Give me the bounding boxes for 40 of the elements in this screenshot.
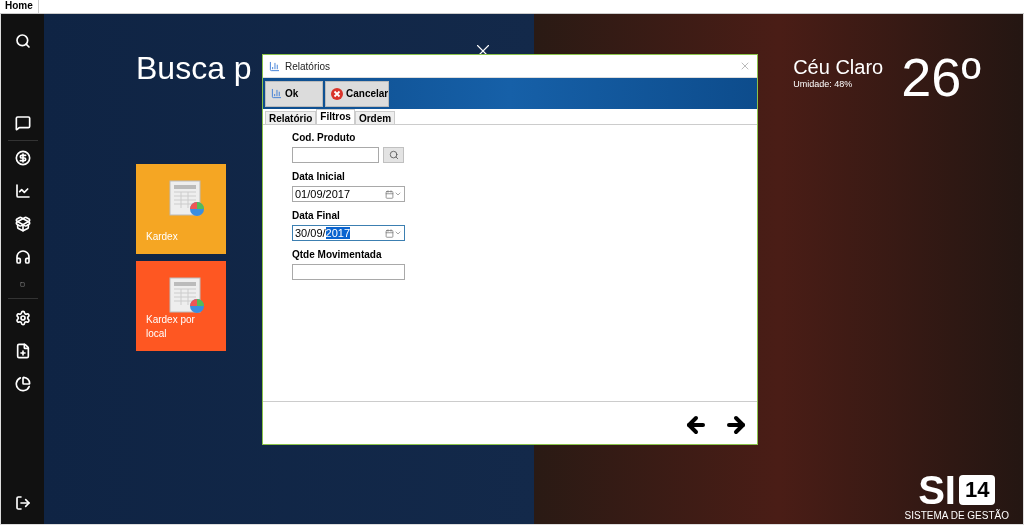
cancel-button[interactable]: Cancelar <box>325 80 389 107</box>
tab[interactable]: Ordem <box>354 111 396 124</box>
logout-icon[interactable] <box>14 495 31 511</box>
calendar-dropdown-icon[interactable] <box>385 228 402 238</box>
field-label: Qtde Movimentada <box>292 249 383 261</box>
input-field[interactable] <box>292 264 405 280</box>
weather-condition: Céu Claro <box>793 55 884 79</box>
spreadsheet-icon <box>168 277 204 313</box>
search-icon[interactable] <box>14 33 31 49</box>
logo: SI 14 SISTEMA DE GESTÃO <box>904 470 1009 522</box>
dollar-icon[interactable] <box>14 150 31 166</box>
report-icon <box>271 88 282 99</box>
heading: Busca p <box>136 49 252 88</box>
cancel-icon <box>331 87 343 100</box>
ok-button[interactable]: Ok <box>265 80 323 107</box>
temperature: 26º <box>901 50 981 104</box>
tab[interactable]: Filtros <box>316 109 355 124</box>
forward-arrow-icon[interactable] <box>724 413 748 437</box>
box-icon[interactable] <box>14 216 31 232</box>
date-field[interactable]: 01/09/2017 <box>292 186 405 202</box>
tile-label: Kardex por local <box>146 313 196 341</box>
humidity: Umidade: 48% <box>793 79 854 90</box>
spreadsheet-icon <box>168 180 204 216</box>
field-label: Data Final <box>292 210 341 222</box>
dialog-title: Relatórios <box>285 59 332 74</box>
tile-label: Kardex <box>146 230 179 244</box>
search-button[interactable] <box>383 147 404 163</box>
field-label: Cod. Produto <box>292 132 357 144</box>
headset-icon[interactable] <box>14 249 31 265</box>
tab[interactable]: Relatório <box>265 111 317 124</box>
report-icon <box>269 60 280 72</box>
search-icon <box>388 150 399 160</box>
chat-icon[interactable] <box>14 115 31 131</box>
settings-icon[interactable] <box>14 310 31 326</box>
file-plus-icon[interactable] <box>14 343 31 359</box>
input-field[interactable] <box>292 147 379 163</box>
pie-chart-icon[interactable] <box>14 376 31 392</box>
chart-icon[interactable] <box>14 183 31 199</box>
field-label: Data Inicial <box>292 171 346 183</box>
calendar-dropdown-icon[interactable] <box>385 189 402 199</box>
